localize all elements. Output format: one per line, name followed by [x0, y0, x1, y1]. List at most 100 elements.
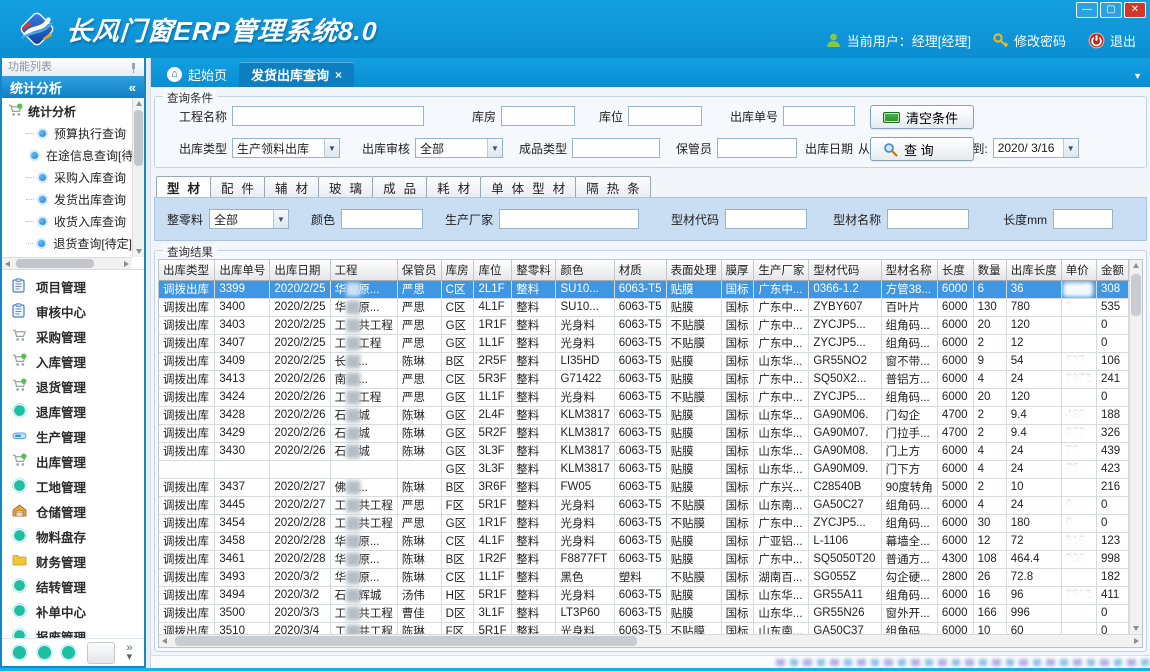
grid-horizontal-scrollbar[interactable] — [159, 634, 1142, 647]
date-to-picker[interactable]: 2020/ 3/16▼ — [993, 138, 1079, 158]
tree-item[interactable]: 退货查询[待定] — [2, 232, 132, 254]
module-item[interactable]: 工地管理 — [2, 474, 144, 499]
logout-button[interactable]: 退出 — [1088, 31, 1136, 50]
module-item[interactable]: 退库管理 — [2, 399, 144, 424]
column-header[interactable]: 型材名称 — [881, 260, 937, 280]
tree-item[interactable]: 预算执行查询 — [2, 122, 132, 144]
module-item[interactable]: 入库管理 — [2, 349, 144, 374]
pin-icon[interactable] — [129, 63, 138, 72]
profile-name-input[interactable] — [887, 209, 969, 229]
column-header[interactable]: 出库类型 — [159, 260, 215, 280]
material-tab[interactable]: 玻璃 — [318, 176, 373, 197]
column-header[interactable]: 型材代码 — [809, 260, 881, 280]
column-header[interactable]: 出库单号 — [215, 260, 270, 280]
tree-item[interactable]: 收货入库查询 — [2, 210, 132, 232]
module-item[interactable]: 补单中心 — [2, 599, 144, 624]
column-header[interactable]: 整零料 — [512, 260, 556, 280]
tab-home[interactable]: ⌂ 起始页 — [155, 62, 239, 87]
module-item[interactable]: 出库管理 — [2, 449, 144, 474]
close-button[interactable]: ✕ — [1124, 2, 1146, 18]
sidebar-section-header[interactable]: 统计分析 « — [2, 76, 144, 98]
column-header[interactable]: 颜色 — [556, 260, 614, 280]
module-item[interactable]: 物料盘存 — [2, 524, 144, 549]
table-row[interactable]: 调拨出库34292020/2/26石██城陈琳G区5R2F整料KLM381760… — [159, 424, 1129, 442]
module-item[interactable]: 项目管理 — [2, 274, 144, 299]
column-header[interactable]: 保管员 — [397, 260, 441, 280]
material-tab[interactable]: 型材 — [156, 176, 211, 197]
table-row[interactable]: 调拨出库34932020/3/2华██原...陈琳C区1L1F整料黑色塑料不贴膜… — [159, 568, 1129, 586]
maximize-button[interactable]: ▢ — [1100, 2, 1122, 18]
tree-item[interactable]: 在途信息查询[待 — [2, 144, 132, 166]
module-dot-icon[interactable] — [38, 646, 51, 659]
whole-part-select[interactable]: 全部▼ — [209, 209, 289, 229]
table-row[interactable]: 调拨出库34092020/2/25长██...陈琳B区2R5F整料LI35HD6… — [159, 352, 1129, 370]
clear-conditions-button[interactable]: 清空条件 — [870, 105, 974, 129]
table-row[interactable]: 调拨出库34072020/2/25工██工程严思G区1L1F整料光身料6063-… — [159, 334, 1129, 352]
table-row[interactable]: 调拨出库34542020/2/28工██共工程严思G区1R1F整料光身料6063… — [159, 514, 1129, 532]
project-name-input[interactable] — [232, 106, 424, 126]
column-header[interactable]: 膜厚 — [721, 260, 754, 280]
table-row[interactable]: G区3L3F整料KLM38176063-T5贴膜国标山东华...GA90M09.… — [159, 460, 1129, 478]
module-dot-icon[interactable] — [62, 646, 75, 659]
minimize-button[interactable]: — — [1076, 2, 1098, 18]
table-row[interactable]: 调拨出库34302020/2/26石██城陈琳G区3L3F整料KLM381760… — [159, 442, 1129, 460]
table-row[interactable]: 调拨出库34942020/3/2石██辉城汤伟H区5R1F整料光身料6063-T… — [159, 586, 1129, 604]
table-row[interactable]: 调拨出库34282020/2/26石██城陈琳G区2L4F整料KLM381760… — [159, 406, 1129, 424]
table-row[interactable]: 调拨出库34582020/2/28华██原...陈琳C区4L1F整料光身料606… — [159, 532, 1129, 550]
column-header[interactable]: 单价 — [1061, 260, 1096, 280]
material-tab[interactable]: 辅材 — [264, 176, 319, 197]
tree-item[interactable]: 采购入库查询 — [2, 166, 132, 188]
material-tab[interactable]: 配件 — [210, 176, 265, 197]
column-header[interactable]: 出库日期 — [270, 260, 330, 280]
collapse-icon[interactable]: « — [129, 80, 136, 95]
column-header[interactable]: 出库长度 — [1006, 260, 1061, 280]
module-item[interactable]: 退货管理 — [2, 374, 144, 399]
table-row[interactable]: 调拨出库34002020/2/25华██原...严思C区4L1F整料SU10..… — [159, 298, 1129, 316]
table-row[interactable]: 调拨出库34132020/2/26南██...严思C区5R3F整料G714226… — [159, 370, 1129, 388]
column-header[interactable]: 表面处理 — [666, 260, 721, 280]
material-tab[interactable]: 隔热条 — [575, 176, 651, 197]
module-item[interactable]: 结转管理 — [2, 574, 144, 599]
manufacturer-input[interactable] — [499, 209, 639, 229]
column-header[interactable]: 库房 — [441, 260, 474, 280]
audit-select[interactable]: 全部▼ — [415, 138, 503, 158]
table-row[interactable]: 调拨出库33992020/2/25华██原...严思C区2L1F整料SU10..… — [159, 280, 1129, 298]
grid-vertical-scrollbar[interactable] — [1129, 260, 1142, 634]
table-row[interactable]: 调拨出库34612020/2/28华██原...陈琳B区1R2F整料F8877F… — [159, 550, 1129, 568]
module-item[interactable]: 采购管理 — [2, 324, 144, 349]
column-header[interactable]: 库位 — [474, 260, 512, 280]
tab-close-icon[interactable]: × — [335, 68, 342, 82]
column-header[interactable]: 生产厂家 — [754, 260, 809, 280]
module-item[interactable]: 生产管理 — [2, 424, 144, 449]
module-item[interactable]: 财务管理 — [2, 549, 144, 574]
module-item[interactable]: 审核中心 — [2, 299, 144, 324]
color-input[interactable] — [341, 209, 423, 229]
product-type-input[interactable] — [572, 138, 660, 158]
tree-root[interactable]: 统计分析 — [2, 100, 132, 122]
overflow-button[interactable]: »▾ — [126, 644, 132, 662]
tree-vertical-scrollbar[interactable] — [132, 98, 144, 257]
tree-item[interactable]: 发货出库查询 — [2, 188, 132, 210]
profile-code-input[interactable] — [725, 209, 807, 229]
table-row[interactable]: 调拨出库35002020/3/3工██共工程曹佳D区3L1F整料LT3P6060… — [159, 604, 1129, 622]
column-header[interactable]: 金额 — [1096, 260, 1128, 280]
out-type-select[interactable]: 生产领料出库▼ — [232, 138, 340, 158]
location-input[interactable] — [628, 106, 702, 126]
table-row[interactable]: 调拨出库34242020/2/26工██工程严思G区1L1F整料光身料6063-… — [159, 388, 1129, 406]
warehouse-input[interactable] — [501, 106, 575, 126]
column-header[interactable]: 数量 — [973, 260, 1006, 280]
tab-overflow-icon[interactable]: ▼ — [1133, 71, 1142, 81]
keeper-input[interactable] — [717, 138, 797, 158]
table-row[interactable]: 调拨出库34452020/2/27工██共工程严思F区5R1F整料光身料6063… — [159, 496, 1129, 514]
module-dot-icon[interactable] — [13, 646, 26, 659]
table-row[interactable]: 调拨出库35102020/3/4工██共工程陈琳F区5R1F整料光身料6063-… — [159, 622, 1129, 634]
change-password-link[interactable]: 修改密码 — [993, 31, 1066, 50]
material-tab[interactable]: 耗材 — [426, 176, 481, 197]
table-row[interactable]: 调拨出库34372020/2/27佛██...陈琳B区3R6F整料FW05606… — [159, 478, 1129, 496]
length-input[interactable] — [1053, 209, 1113, 229]
cart-shortcut-button[interactable] — [87, 642, 115, 664]
tree-horizontal-scrollbar[interactable] — [2, 257, 132, 269]
module-item[interactable]: 报废管理 — [2, 624, 144, 638]
search-button[interactable]: 查 询 — [870, 137, 974, 161]
order-no-input[interactable] — [783, 106, 855, 126]
